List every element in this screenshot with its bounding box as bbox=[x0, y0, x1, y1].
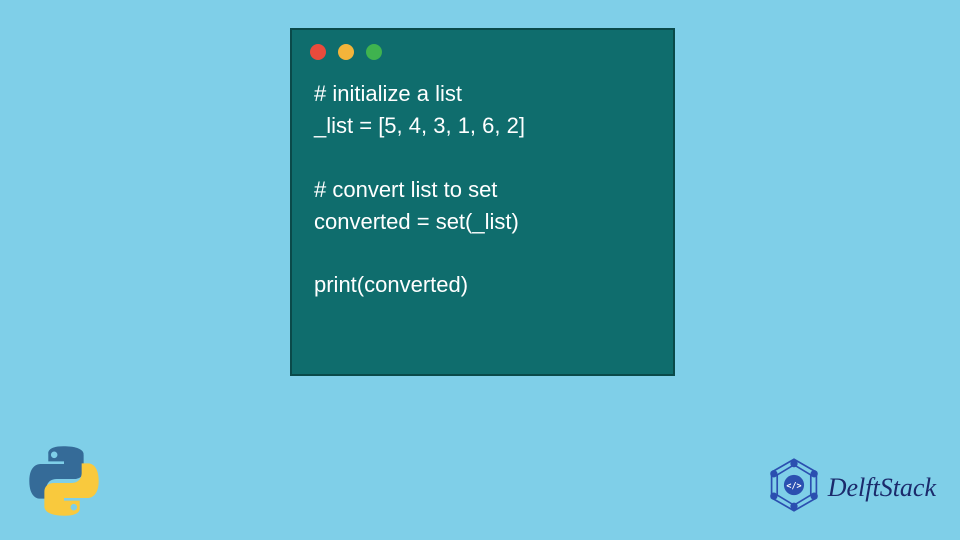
code-line-7: print(converted) bbox=[314, 272, 468, 297]
window-titlebar bbox=[292, 30, 673, 68]
code-window: # initialize a list _list = [5, 4, 3, 1,… bbox=[290, 28, 675, 376]
svg-text:</>: </> bbox=[786, 480, 801, 490]
brand: </> DelftStack bbox=[766, 457, 936, 518]
brand-name: DelftStack bbox=[828, 473, 936, 503]
code-line-1: # initialize a list bbox=[314, 81, 462, 106]
brand-logo-icon: </> bbox=[766, 457, 822, 518]
python-logo-icon bbox=[28, 445, 100, 522]
window-close-dot bbox=[310, 44, 326, 60]
window-minimize-dot bbox=[338, 44, 354, 60]
code-line-4: # convert list to set bbox=[314, 177, 497, 202]
code-line-5: converted = set(_list) bbox=[314, 209, 519, 234]
code-line-2: _list = [5, 4, 3, 1, 6, 2] bbox=[314, 113, 525, 138]
window-maximize-dot bbox=[366, 44, 382, 60]
code-body: # initialize a list _list = [5, 4, 3, 1,… bbox=[292, 68, 673, 319]
